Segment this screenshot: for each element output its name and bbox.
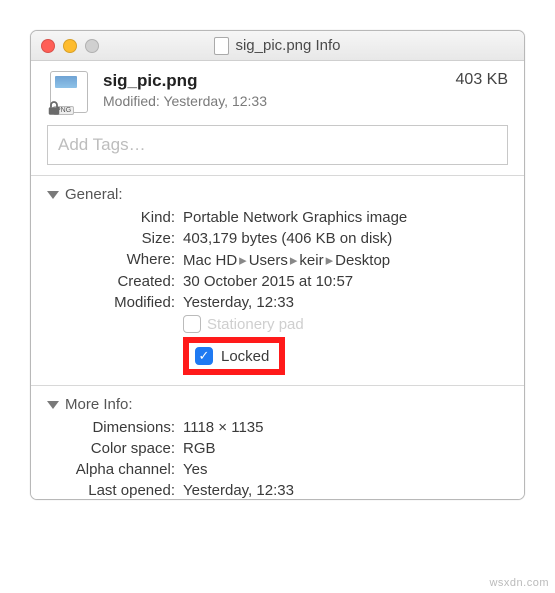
alpha-value: Yes [183, 461, 508, 478]
window-title-text: sig_pic.png Info [235, 37, 340, 54]
divider [31, 385, 524, 386]
checkbox-unchecked-icon[interactable] [183, 315, 201, 333]
created-label: Created: [47, 273, 175, 290]
window-content: PNG sig_pic.png Modified: Yesterday, 12:… [31, 61, 524, 499]
where-value: Mac HD▸Users▸keir▸Desktop [183, 251, 508, 269]
window-title: sig_pic.png Info [31, 37, 524, 55]
modified-label: Modified: [47, 294, 175, 311]
size-label: Size: [47, 230, 175, 247]
locked-row: ✓ Locked [183, 337, 508, 375]
file-icon: PNG [47, 71, 91, 115]
tags-input[interactable] [47, 125, 508, 165]
colorspace-label: Color space: [47, 440, 175, 457]
lastopened-value: Yesterday, 12:33 [183, 482, 508, 499]
stationery-pad-row[interactable]: Stationery pad [183, 315, 508, 333]
minimize-icon[interactable] [63, 39, 77, 53]
checkbox-checked-icon[interactable]: ✓ [195, 347, 213, 365]
file-modified: Modified: Yesterday, 12:33 [103, 93, 267, 109]
info-window: sig_pic.png Info PNG sig_pic.png Modifie… [30, 30, 525, 500]
chevron-down-icon [47, 191, 59, 199]
close-icon[interactable] [41, 39, 55, 53]
moreinfo-fields: Dimensions: 1118 × 1135 Color space: RGB… [47, 419, 508, 499]
chevron-down-icon [47, 401, 59, 409]
locked-label: Locked [221, 348, 269, 365]
titlebar[interactable]: sig_pic.png Info [31, 31, 524, 61]
watermark: wsxdn.com [489, 577, 549, 589]
section-general-title: General: [65, 186, 123, 203]
section-general-header[interactable]: General: [47, 186, 508, 203]
where-label: Where: [47, 251, 175, 269]
size-value: 403,179 bytes (406 KB on disk) [183, 230, 508, 247]
created-value: 30 October 2015 at 10:57 [183, 273, 508, 290]
traffic-lights [41, 39, 99, 53]
section-moreinfo-header[interactable]: More Info: [47, 396, 508, 413]
general-fields: Kind: Portable Network Graphics image Si… [47, 209, 508, 375]
lock-icon [45, 99, 63, 117]
modified-value: Yesterday, 12:33 [183, 294, 508, 311]
colorspace-value: RGB [183, 440, 508, 457]
locked-highlight: ✓ Locked [183, 337, 285, 375]
alpha-label: Alpha channel: [47, 461, 175, 478]
file-header: PNG sig_pic.png Modified: Yesterday, 12:… [47, 71, 508, 115]
section-moreinfo-title: More Info: [65, 396, 133, 413]
file-meta: sig_pic.png Modified: Yesterday, 12:33 [103, 71, 267, 109]
file-size: 403 KB [456, 71, 508, 89]
kind-label: Kind: [47, 209, 175, 226]
stationery-label: Stationery pad [207, 316, 304, 333]
kind-value: Portable Network Graphics image [183, 209, 508, 226]
lastopened-label: Last opened: [47, 482, 175, 499]
dimensions-label: Dimensions: [47, 419, 175, 436]
file-name: sig_pic.png [103, 71, 267, 91]
zoom-icon [85, 39, 99, 53]
document-icon [214, 37, 229, 55]
dimensions-value: 1118 × 1135 [183, 419, 508, 436]
divider [31, 175, 524, 176]
